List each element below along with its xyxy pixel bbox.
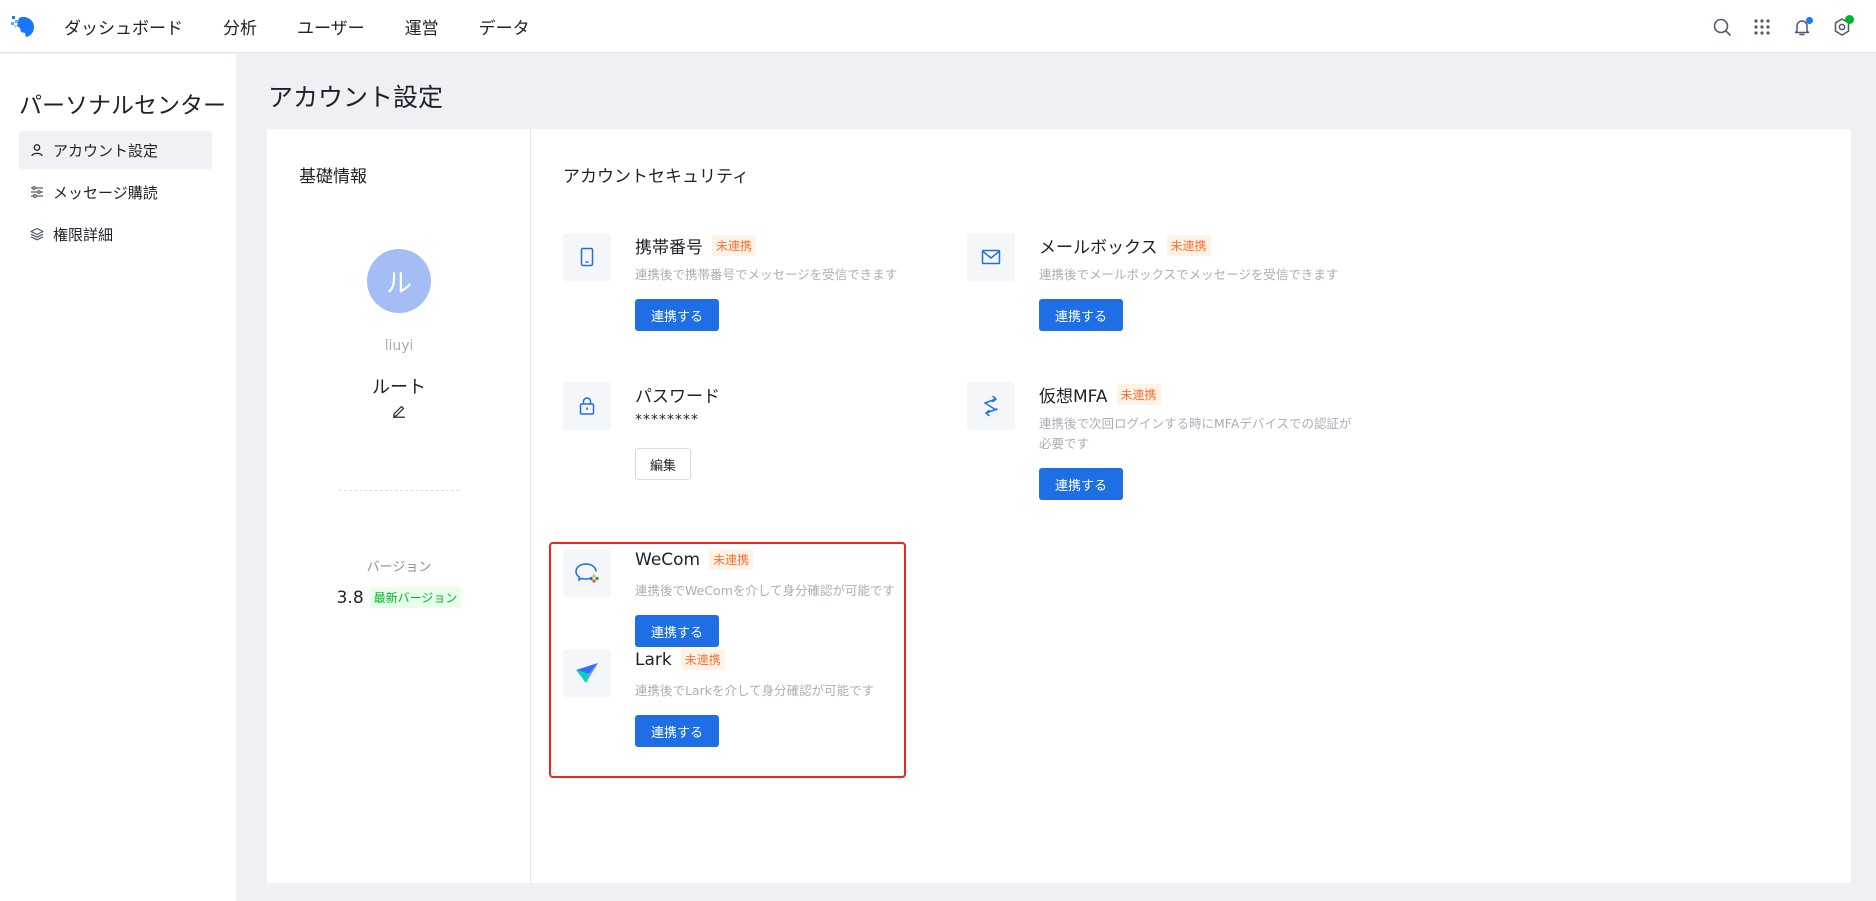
- sidebar-item-label: 権限詳細: [53, 225, 114, 244]
- role-name: ルート: [372, 377, 426, 398]
- apps-grid-icon[interactable]: [1742, 7, 1782, 47]
- latest-version-badge: 最新バージョン: [369, 587, 462, 608]
- status-badge: 未連携: [712, 235, 757, 256]
- status-badge: 未連携: [1116, 384, 1161, 405]
- version-number: 3.8: [336, 587, 364, 608]
- security-item-password: パスワード ******** 編集: [563, 382, 933, 492]
- avatar[interactable]: ル: [367, 249, 431, 313]
- nav-operations[interactable]: 運営: [405, 14, 439, 39]
- sidebar-item-message-subscription[interactable]: メッセージ購読: [19, 173, 212, 211]
- security-item-virtual-mfa: 仮想MFA 未連携 連携後で次回ログインする時にMFAデバイスでの認証が必要です…: [967, 382, 1352, 512]
- version-row: 3.8 最新バージョン: [267, 587, 531, 608]
- sliders-icon: [29, 184, 45, 200]
- status-badge: 未連携: [1166, 235, 1211, 256]
- link-mfa-button[interactable]: 連携する: [1039, 468, 1124, 500]
- avatar-letter: ル: [385, 268, 412, 299]
- page-title: アカウント設定: [268, 83, 444, 112]
- item-header: パスワード: [635, 382, 720, 407]
- nav-dashboard[interactable]: ダッシュボード: [64, 14, 183, 39]
- sidebar-title: パーソナルセンター: [19, 93, 226, 119]
- sidebar-item-label: アカウント設定: [53, 141, 159, 160]
- sidebar-item-label: メッセージ購読: [53, 183, 158, 202]
- sidebar-item-permissions[interactable]: 権限詳細: [19, 215, 212, 253]
- basic-info-title: 基礎情報: [299, 167, 367, 187]
- item-header: 仮想MFA 未連携: [1039, 382, 1161, 407]
- bell-icon[interactable]: [1782, 7, 1822, 47]
- item-name: 携帯番号: [635, 238, 703, 258]
- settings-icon[interactable]: [1822, 7, 1862, 47]
- search-icon[interactable]: [1702, 7, 1742, 47]
- username: liuyi: [384, 338, 414, 354]
- mail-icon: [967, 233, 1015, 281]
- nav-data[interactable]: データ: [479, 14, 530, 39]
- link-mailbox-button[interactable]: 連携する: [1039, 299, 1124, 331]
- sidebar: パーソナルセンター アカウント設定 メッセージ購読 権限詳細: [0, 54, 236, 901]
- item-description: 連携後で携帯番号でメッセージを受信できます: [635, 267, 898, 282]
- item-name: 仮想MFA: [1039, 387, 1108, 407]
- item-name: パスワード: [635, 387, 720, 407]
- divider: [339, 490, 459, 491]
- update-dot: [1845, 14, 1854, 24]
- settings-card: 基礎情報 ル liuyi ルート バージョン 3.8 最新バージョン アカウント…: [267, 129, 1851, 883]
- top-actions: [1702, 0, 1862, 53]
- highlight-box: [549, 542, 906, 778]
- edit-password-button[interactable]: 編集: [635, 448, 692, 480]
- nav-analysis[interactable]: 分析: [223, 14, 257, 39]
- layers-icon: [29, 226, 45, 242]
- version-label: バージョン: [366, 560, 432, 575]
- link-mobile-button[interactable]: 連携する: [635, 299, 720, 331]
- security-item-mailbox: メールボックス 未連携 連携後でメールボックスでメッセージを受信できます 連携す…: [967, 233, 1338, 343]
- app-logo-icon[interactable]: [10, 12, 38, 40]
- basic-info-panel: 基礎情報 ル liuyi ルート バージョン 3.8 最新バージョン: [267, 129, 531, 883]
- sidebar-item-account-settings[interactable]: アカウント設定: [19, 131, 212, 169]
- mobile-icon: [563, 233, 611, 281]
- password-masked-value: ********: [635, 412, 699, 428]
- edit-pencil-icon[interactable]: [392, 403, 406, 422]
- user-icon: [29, 142, 45, 158]
- item-description: 連携後で次回ログインする時にMFAデバイスでの認証が必要です: [1039, 416, 1352, 451]
- item-name: メールボックス: [1039, 238, 1158, 258]
- item-header: 携帯番号 未連携: [635, 233, 757, 258]
- nav-users[interactable]: ユーザー: [297, 14, 365, 39]
- item-header: メールボックス 未連携: [1039, 233, 1211, 258]
- main-nav: ダッシュボード 分析 ユーザー 運営 データ: [64, 0, 570, 53]
- notification-dot: [1806, 16, 1813, 24]
- security-item-mobile: 携帯番号 未連携 連携後で携帯番号でメッセージを受信できます 連携する: [563, 233, 933, 343]
- top-bar: ダッシュボード 分析 ユーザー 運営 データ: [0, 0, 1876, 53]
- sidebar-menu: アカウント設定 メッセージ購読 権限詳細: [19, 131, 212, 257]
- lock-icon: [563, 382, 611, 430]
- sync-icon: [967, 382, 1015, 430]
- item-description: 連携後でメールボックスでメッセージを受信できます: [1039, 267, 1339, 282]
- account-security-title: アカウントセキュリティ: [563, 167, 749, 187]
